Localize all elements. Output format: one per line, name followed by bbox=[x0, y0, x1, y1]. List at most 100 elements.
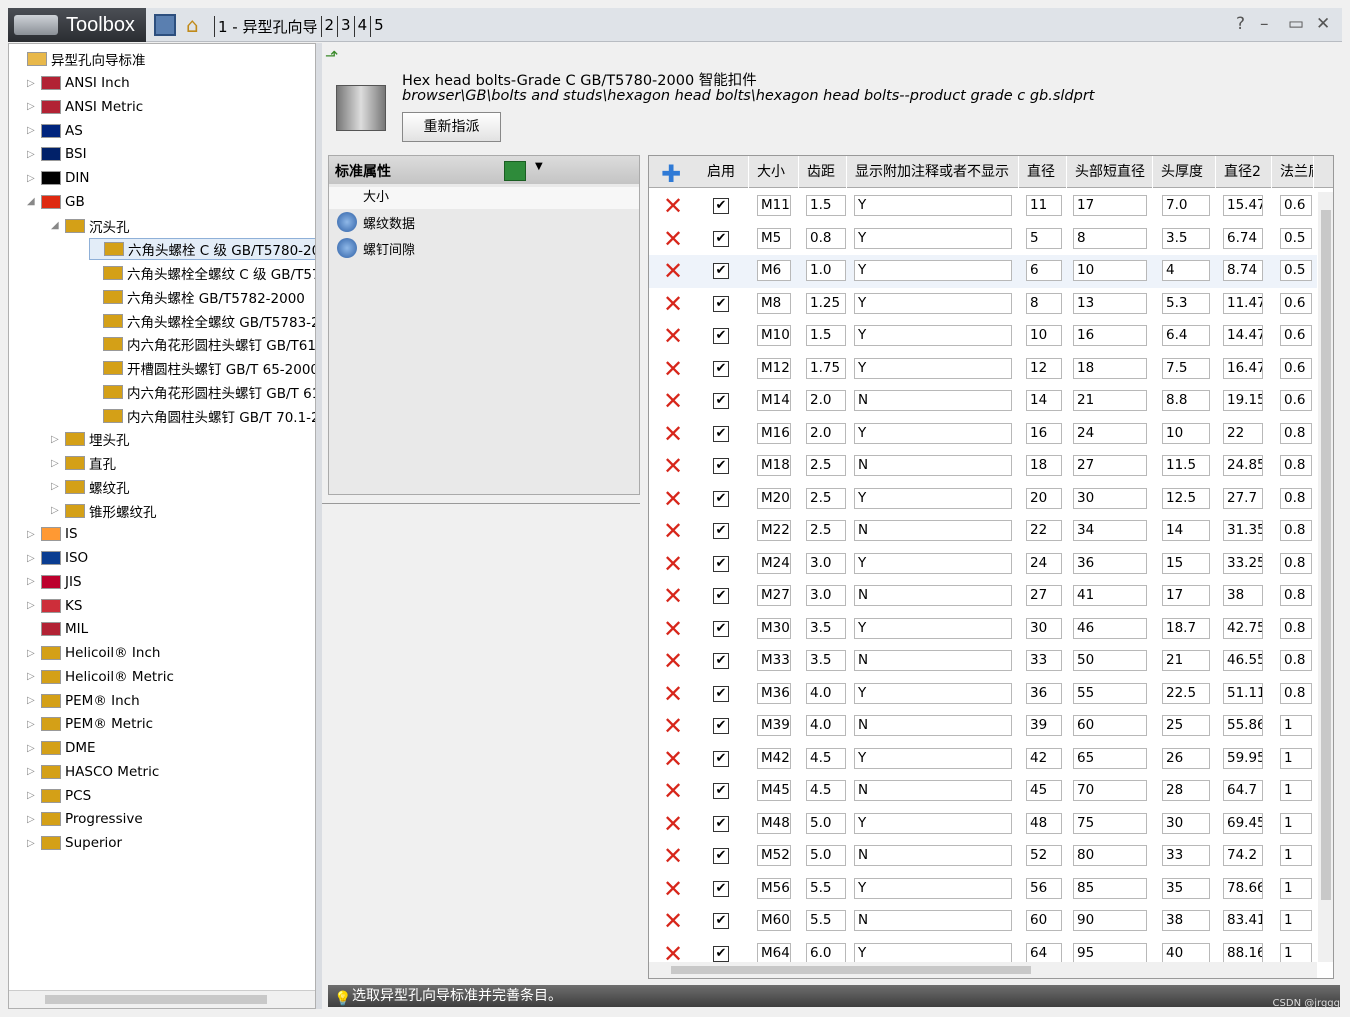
expand-icon[interactable]: ▷ bbox=[51, 434, 65, 445]
up-arrow-icon[interactable]: ⬏ bbox=[325, 46, 343, 65]
table-cell-input[interactable]: 55.86 bbox=[1223, 715, 1263, 736]
delete-row-icon[interactable]: ✕ bbox=[663, 617, 685, 641]
table-cell-input[interactable]: 38 bbox=[1162, 910, 1210, 931]
tree-node[interactable]: ▷ JIS bbox=[27, 571, 82, 593]
table-cell-input[interactable]: 0.8 bbox=[806, 227, 846, 249]
table-cell-input[interactable]: 27 bbox=[1026, 585, 1062, 606]
table-cell-input[interactable]: M36 bbox=[757, 682, 791, 704]
table-cell-input[interactable]: M5 bbox=[757, 227, 791, 249]
table-cell-input[interactable]: 1.0 bbox=[806, 260, 846, 281]
enable-checkbox[interactable]: ✔ bbox=[713, 263, 729, 279]
table-cell-input[interactable]: 0.8 bbox=[1280, 585, 1312, 606]
table-cell-input[interactable]: 1.5 bbox=[806, 195, 846, 216]
table-cell-input[interactable]: Y bbox=[854, 195, 1012, 216]
column-header[interactable]: 头部短直径 bbox=[1069, 156, 1153, 188]
table-vertical-scrollbar[interactable] bbox=[1318, 192, 1333, 962]
table-cell-input[interactable]: 0.8 bbox=[1280, 617, 1312, 639]
table-cell-input[interactable]: 26 bbox=[1162, 747, 1210, 769]
expand-icon[interactable]: ▷ bbox=[27, 553, 41, 564]
table-cell-input[interactable]: 27 bbox=[1073, 455, 1147, 476]
expand-icon[interactable]: ▷ bbox=[27, 149, 41, 160]
table-cell-input[interactable]: M10 bbox=[757, 325, 791, 346]
table-cell-input[interactable]: 21 bbox=[1162, 650, 1210, 671]
table-cell-input[interactable]: M8 bbox=[757, 292, 791, 314]
delete-row-icon[interactable]: ✕ bbox=[663, 487, 685, 511]
enable-checkbox[interactable]: ✔ bbox=[713, 393, 729, 409]
table-cell-input[interactable]: Y bbox=[854, 942, 1012, 964]
table-cell-input[interactable]: 7.5 bbox=[1162, 357, 1210, 379]
table-cell-input[interactable]: 0.8 bbox=[1280, 650, 1312, 671]
table-cell-input[interactable]: 4 bbox=[1162, 260, 1210, 281]
table-cell-input[interactable]: Y bbox=[854, 422, 1012, 444]
table-cell-input[interactable]: N bbox=[854, 780, 1012, 801]
tree-node[interactable]: ◢ 沉头孔 bbox=[51, 215, 130, 237]
enable-checkbox[interactable]: ✔ bbox=[713, 848, 729, 864]
table-cell-input[interactable]: Y bbox=[854, 877, 1012, 899]
reassign-button[interactable]: 重新指派 bbox=[402, 112, 501, 142]
table-cell-input[interactable]: 4.0 bbox=[806, 715, 846, 736]
tree-node[interactable]: ▷ ANSI Metric bbox=[27, 96, 143, 118]
enable-checkbox[interactable]: ✔ bbox=[713, 360, 729, 377]
table-cell-input[interactable]: 41 bbox=[1073, 585, 1147, 606]
table-cell-input[interactable]: 20 bbox=[1026, 487, 1062, 509]
table-cell-input[interactable]: N bbox=[854, 650, 1012, 671]
tree-node[interactable]: ▷ IS bbox=[27, 523, 78, 545]
enable-checkbox[interactable]: ✔ bbox=[713, 913, 729, 929]
table-cell-input[interactable]: 22 bbox=[1026, 520, 1062, 541]
table-cell-input[interactable]: 18 bbox=[1073, 357, 1147, 379]
expand-icon[interactable]: ▷ bbox=[27, 529, 41, 540]
tree-node[interactable]: ▷ 锥形螺纹孔 bbox=[51, 500, 157, 522]
breadcrumb-step-4[interactable]: 4 bbox=[353, 16, 371, 37]
table-cell-input[interactable]: 30 bbox=[1073, 487, 1147, 509]
table-cell-input[interactable]: N bbox=[854, 520, 1012, 541]
table-cell-input[interactable]: 1 bbox=[1280, 715, 1312, 736]
table-cell-input[interactable]: 16 bbox=[1026, 422, 1062, 444]
enable-checkbox[interactable]: ✔ bbox=[713, 653, 729, 669]
expand-icon[interactable]: ▷ bbox=[27, 576, 41, 587]
table-cell-input[interactable]: 2.0 bbox=[806, 422, 846, 444]
tree-node[interactable]: ▷ PEM® Inch bbox=[27, 690, 140, 712]
dropdown-icon[interactable]: ▼ bbox=[535, 161, 543, 172]
table-cell-input[interactable]: 27.7 bbox=[1223, 487, 1263, 509]
table-cell-input[interactable]: Y bbox=[854, 812, 1012, 834]
table-cell-input[interactable]: 4.5 bbox=[806, 780, 846, 801]
table-cell-input[interactable]: 6.0 bbox=[806, 942, 846, 964]
table-cell-input[interactable]: M22 bbox=[757, 520, 791, 541]
table-cell-input[interactable]: 3.0 bbox=[806, 585, 846, 606]
table-cell-input[interactable]: 64 bbox=[1026, 942, 1062, 964]
table-cell-input[interactable]: M18 bbox=[757, 455, 791, 476]
table-cell-input[interactable]: 3.5 bbox=[806, 617, 846, 639]
expand-icon[interactable]: ◢ bbox=[51, 220, 65, 231]
table-cell-input[interactable]: 40 bbox=[1162, 942, 1210, 964]
table-cell-input[interactable]: 34 bbox=[1073, 520, 1147, 541]
expand-icon[interactable]: ▷ bbox=[51, 505, 65, 516]
table-cell-input[interactable]: 1 bbox=[1280, 942, 1312, 964]
column-header[interactable]: 直径 bbox=[1021, 156, 1067, 188]
tree-node[interactable]: 六角头螺栓 C 级 GB/T5780-2000 bbox=[89, 238, 315, 261]
tree-node[interactable]: ▷ Helicoil® Inch bbox=[27, 642, 160, 664]
delete-row-icon[interactable]: ✕ bbox=[663, 324, 685, 348]
enable-checkbox[interactable]: ✔ bbox=[713, 815, 729, 832]
table-cell-input[interactable]: 90 bbox=[1073, 910, 1147, 931]
table-cell-input[interactable]: 1 bbox=[1280, 812, 1312, 834]
size-property[interactable]: 大小 bbox=[329, 187, 639, 209]
expand-icon[interactable]: ▷ bbox=[27, 671, 41, 682]
table-cell-input[interactable]: M45 bbox=[757, 780, 791, 801]
table-cell-input[interactable]: M56 bbox=[757, 877, 791, 899]
table-cell-input[interactable]: 21 bbox=[1073, 390, 1147, 411]
expand-icon[interactable]: ▷ bbox=[51, 458, 65, 469]
table-cell-input[interactable]: Y bbox=[854, 487, 1012, 509]
table-cell-input[interactable]: 2.5 bbox=[806, 487, 846, 509]
table-cell-input[interactable]: 36 bbox=[1073, 552, 1147, 574]
thread-data-item[interactable]: 螺纹数据 bbox=[329, 209, 639, 235]
table-cell-input[interactable]: M33 bbox=[757, 650, 791, 671]
table-cell-input[interactable]: 31.35 bbox=[1223, 520, 1263, 541]
column-header[interactable]: 齿距 bbox=[801, 156, 847, 188]
table-cell-input[interactable]: 46.55 bbox=[1223, 650, 1263, 671]
table-cell-input[interactable]: 50 bbox=[1073, 650, 1147, 671]
breadcrumb-step-5[interactable]: 5 bbox=[370, 16, 387, 37]
table-cell-input[interactable]: 85 bbox=[1073, 877, 1147, 899]
table-cell-input[interactable]: 0.6 bbox=[1280, 325, 1312, 346]
pane-splitter[interactable] bbox=[316, 43, 322, 1009]
column-header[interactable]: 显示附加注释或者不显示 bbox=[849, 156, 1019, 188]
